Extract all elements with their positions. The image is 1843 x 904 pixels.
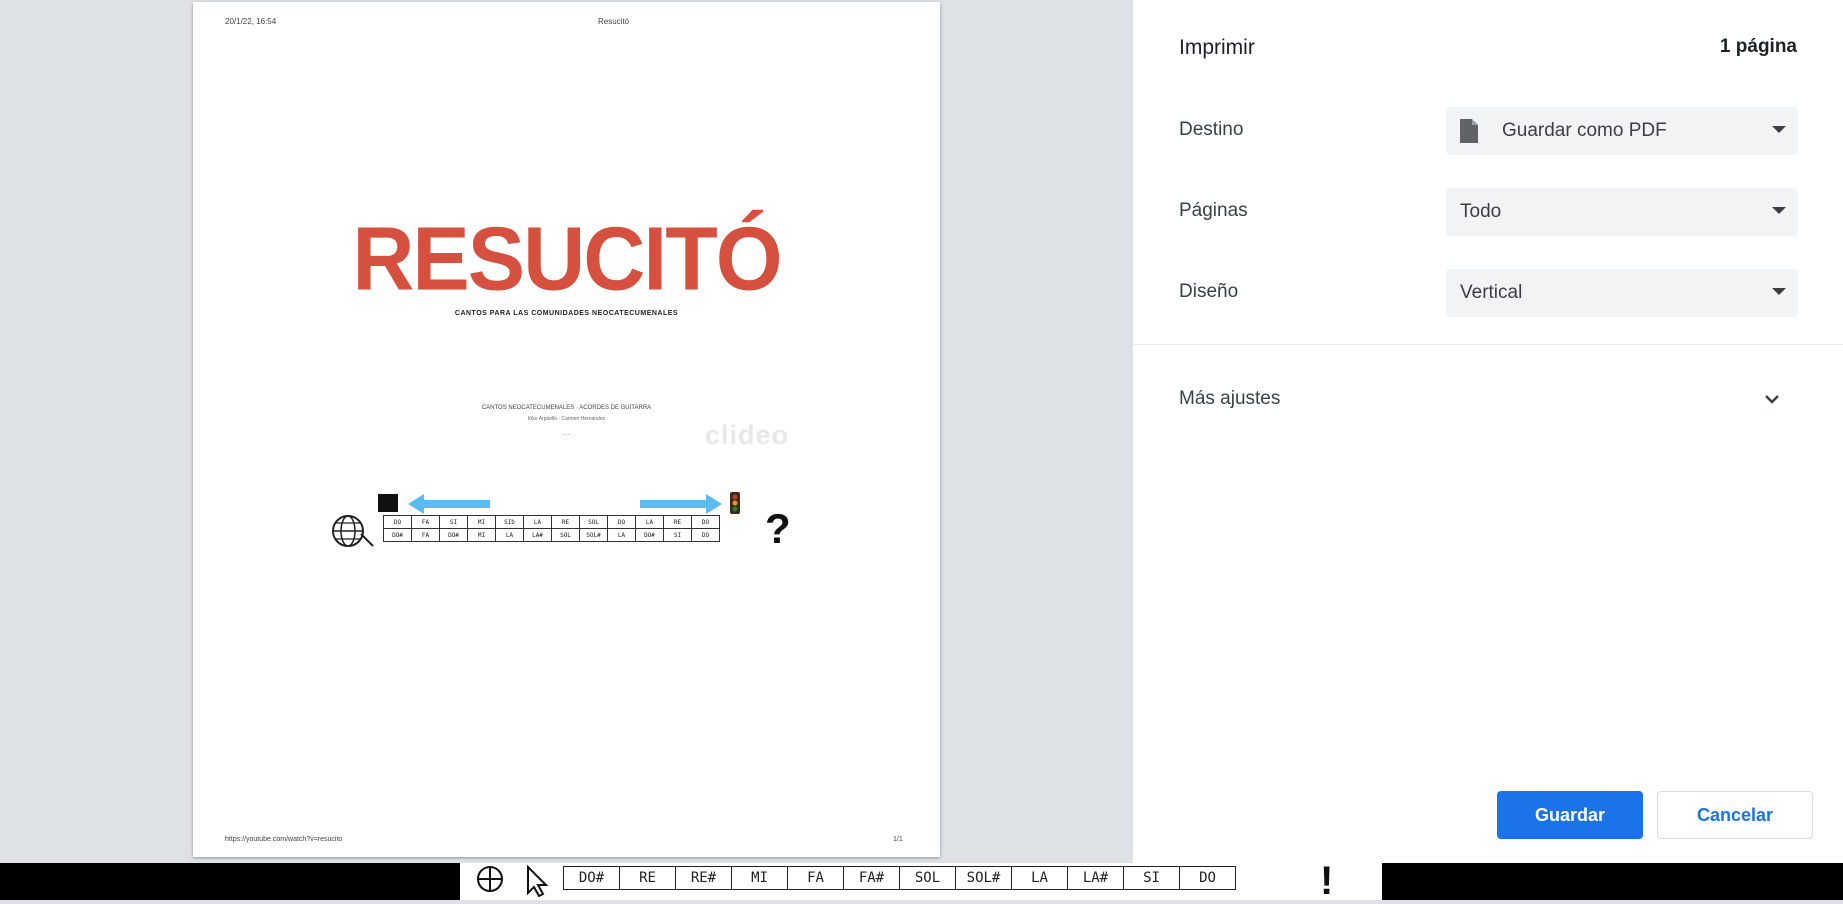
note-cell: MI [467, 515, 496, 529]
cancel-button[interactable]: Cancelar [1657, 791, 1813, 839]
note-cell: FA [787, 866, 844, 890]
bottom-notes-strip: DO# RE RE# MI FA FA# SOL SOL# LA LA# SI … [460, 859, 1382, 903]
note-cell: LA# [523, 528, 552, 542]
note-cell: DO [691, 528, 720, 542]
save-button[interactable]: Guardar [1497, 791, 1643, 839]
note-cell: SOL [899, 866, 956, 890]
print-preview-area: 20/1/22, 16:54 Resucitó RESUCITÓ CANTOS … [0, 0, 1133, 863]
bottom-overlay-bar: DO# RE RE# MI FA FA# SOL SOL# LA LA# SI … [0, 859, 1843, 903]
cursor-icon [477, 865, 549, 897]
traffic-light-icon [730, 492, 740, 514]
document-subtitle: CANTOS PARA LAS COMUNIDADES NEOCATECUMEN… [454, 310, 679, 317]
layout-label: Diseño [1179, 281, 1239, 302]
note-cell: DO# [439, 528, 468, 542]
note-cell: SOL [579, 515, 608, 529]
note-cell: DO [383, 515, 412, 529]
preview-page: 20/1/22, 16:54 Resucitó RESUCITÓ CANTOS … [193, 2, 940, 857]
note-cell: DO [691, 515, 720, 529]
globe-icon [332, 515, 374, 547]
note-cell: SIb [495, 515, 524, 529]
document-title: RESUCITÓ [352, 208, 782, 310]
chevron-down-icon[interactable] [1763, 392, 1781, 406]
note-cell: RE [551, 515, 580, 529]
note-cell: MI [731, 866, 788, 890]
note-cell: LA# [1067, 866, 1124, 890]
notes-row: DO# FA DO# MI LA LA# SOL SOL# LA DO# SI … [383, 528, 720, 542]
note-cell: RE [619, 866, 676, 890]
pages-value: Todo [1460, 201, 1502, 222]
document-credit-authors: Kiko Argüello · Carmen Hernández [527, 416, 606, 422]
note-cell: SOL# [955, 866, 1012, 890]
document-credit: CANTOS NEOCATECUMENALES · ACORDES DE GUI… [481, 405, 652, 411]
note-cell: LA [635, 515, 664, 529]
note-cell: DO# [383, 528, 412, 542]
notes-table: DO FA SI MI SIb LA RE SOL DO LA RE DO DO… [383, 515, 720, 542]
bottom-notes-table: DO# RE RE# MI FA FA# SOL SOL# LA LA# SI … [563, 866, 1236, 890]
more-settings-toggle[interactable]: Más ajustes [1179, 388, 1280, 410]
notes-row: DO FA SI MI SIb LA RE SOL DO LA RE DO [383, 515, 720, 529]
note-cell: RE# [675, 866, 732, 890]
page-footer-number: 1/1 [893, 836, 903, 843]
divider [1133, 344, 1843, 345]
page-count: 1 página [1719, 36, 1797, 57]
layout-value: Vertical [1460, 282, 1523, 303]
note-cell: DO [1179, 866, 1236, 890]
note-cell: LA [523, 515, 552, 529]
chevron-down-icon [1772, 288, 1786, 295]
note-cell: FA [411, 528, 440, 542]
note-cell: SI [439, 515, 468, 529]
note-cell: SI [663, 528, 692, 542]
note-cell: FA# [843, 866, 900, 890]
page-header-title: Resucitó [598, 17, 630, 26]
note-cell: SI [1123, 866, 1180, 890]
arrow-left-icon [408, 494, 490, 514]
chevron-down-icon [1772, 126, 1786, 133]
note-cell: MI [467, 528, 496, 542]
destination-label: Destino [1179, 119, 1244, 140]
note-cell: LA [1011, 866, 1068, 890]
bottom-notes-row: DO# RE RE# MI FA FA# SOL SOL# LA LA# SI … [563, 866, 1236, 890]
layout-select[interactable]: Vertical [1446, 269, 1798, 317]
page-header-date: 20/1/22, 16:54 [225, 17, 277, 26]
note-cell: SOL# [579, 528, 608, 542]
pages-label: Páginas [1179, 200, 1248, 221]
note-cell: DO# [563, 866, 620, 890]
destination-select[interactable]: Guardar como PDF [1446, 107, 1798, 155]
note-cell: SOL [551, 528, 580, 542]
document-icon [1460, 119, 1478, 143]
print-title: Imprimir [1179, 36, 1255, 59]
exclamation-mark: ! [1320, 859, 1334, 903]
question-mark: ? [765, 505, 791, 552]
print-settings-panel: Imprimir 1 página Destino Guardar como P… [1133, 0, 1843, 863]
document-credit-mark: ····· [562, 432, 571, 438]
page-footer-url: https://youtube.com/watch?v=resucito [225, 836, 343, 843]
note-cell: RE [663, 515, 692, 529]
note-cell: LA [607, 528, 636, 542]
arrow-right-icon [640, 494, 722, 514]
stop-square-icon [378, 494, 398, 512]
note-cell: LA [495, 528, 524, 542]
watermark: clideo [705, 420, 790, 450]
note-cell: FA [411, 515, 440, 529]
note-cell: DO [607, 515, 636, 529]
note-cell: DO# [635, 528, 664, 542]
pages-select[interactable]: Todo [1446, 188, 1798, 236]
chevron-down-icon [1772, 207, 1786, 214]
destination-value: Guardar como PDF [1502, 120, 1667, 141]
